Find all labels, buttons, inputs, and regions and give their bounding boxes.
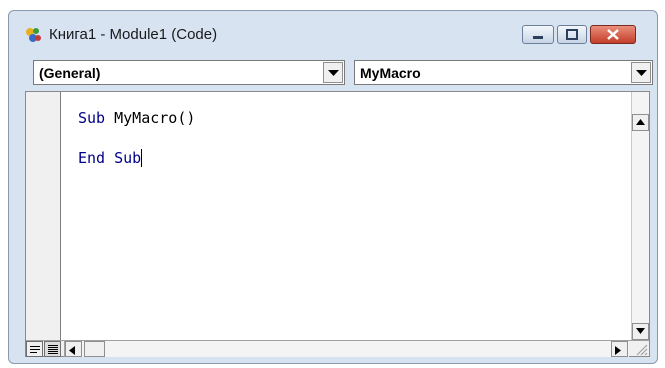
keyword: Sub (78, 109, 106, 127)
full-module-view-icon (48, 345, 58, 354)
object-dropdown-button[interactable] (323, 62, 343, 83)
procedure-dropdown[interactable]: MyMacro (354, 60, 653, 85)
code-line: End Sub (78, 148, 195, 168)
arrow-down-icon (636, 328, 645, 334)
keyword: End (78, 149, 106, 167)
procedure-dropdown-button[interactable] (631, 62, 651, 83)
minimize-button[interactable] (522, 25, 554, 44)
chevron-down-icon (328, 70, 339, 76)
arrow-up-icon (636, 119, 645, 125)
title-bar[interactable]: Книга1 - Module1 (Code) (9, 11, 657, 51)
scroll-down-button[interactable] (632, 323, 649, 340)
code-editor[interactable]: Sub MyMacro() End Sub (25, 91, 650, 357)
procedure-view-button[interactable] (26, 341, 43, 357)
arrow-right-icon (615, 346, 621, 355)
maximize-icon (566, 29, 578, 40)
vba-module-icon (23, 25, 43, 45)
margin-indicator-bar[interactable] (26, 92, 61, 340)
resize-grip-icon[interactable] (631, 341, 649, 357)
code-area[interactable]: Sub MyMacro() End Sub (78, 108, 195, 168)
object-dropdown-value: (General) (39, 65, 101, 81)
text-caret (141, 149, 143, 167)
object-dropdown[interactable]: (General) (33, 60, 345, 85)
vertical-scrollbar[interactable] (631, 92, 649, 340)
maximize-button[interactable] (557, 25, 587, 44)
window-title: Книга1 - Module1 (Code) (49, 26, 218, 43)
scroll-thumb[interactable] (84, 341, 105, 357)
chevron-down-icon (636, 70, 647, 76)
minimize-icon (533, 36, 543, 39)
editor-bottom-bar (26, 340, 649, 357)
horizontal-scrollbar[interactable] (64, 341, 629, 357)
procedure-view-icon (30, 346, 40, 353)
close-button[interactable] (590, 25, 636, 44)
scroll-right-button[interactable] (611, 341, 628, 357)
arrow-left-icon (69, 346, 75, 355)
code-window: Книга1 - Module1 (Code) (General) MyMacr… (8, 10, 658, 364)
scroll-up-button[interactable] (632, 114, 649, 131)
scroll-left-button[interactable] (65, 341, 82, 357)
close-icon (607, 29, 619, 40)
procedure-dropdown-value: MyMacro (360, 65, 421, 81)
code-text: MyMacro() (105, 109, 196, 127)
keyword: Sub (105, 149, 142, 167)
code-line: Sub MyMacro() (78, 108, 195, 128)
full-module-view-button[interactable] (44, 341, 61, 357)
